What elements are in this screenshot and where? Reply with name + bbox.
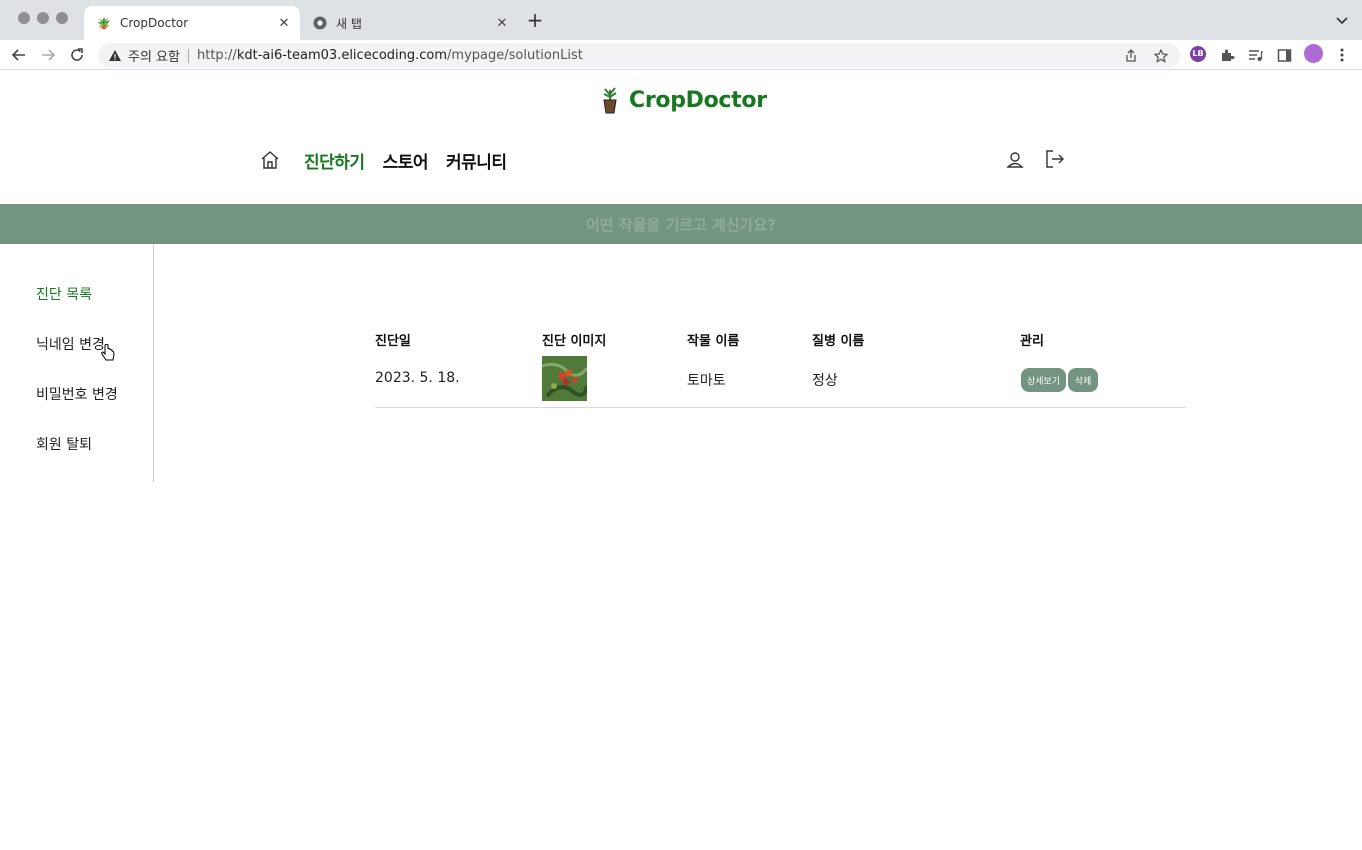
sidebar-item-change-password[interactable]: 비밀번호 변경 xyxy=(36,384,118,404)
profile-avatar[interactable] xyxy=(1304,44,1323,63)
tab-title: 새 탭 xyxy=(336,16,362,31)
omnibox-divider xyxy=(187,48,189,63)
table-header-row: 진단일 진단 이미지 작물 이름 질병 이름 관리 xyxy=(375,326,1186,350)
back-arrow-icon[interactable] xyxy=(9,45,29,65)
greeting-banner: 어떤 작물을 기르고 계신가요? xyxy=(0,204,1362,244)
user-icon[interactable] xyxy=(1005,150,1025,170)
security-label: 주의 요함 xyxy=(128,50,180,65)
diagnosis-table: 진단일 진단 이미지 작물 이름 질병 이름 관리 2023. 5. 18. 토… xyxy=(375,326,1186,408)
sidebar-item-withdraw[interactable]: 회원 탈퇴 xyxy=(36,434,92,454)
detail-button[interactable]: 상세보기 xyxy=(1021,368,1066,392)
url-host: kdt-ai6-team03.elicecoding.com xyxy=(236,48,448,63)
tab-cropdoctor[interactable]: 🪴 CropDoctor ✕ xyxy=(84,6,300,40)
puzzle-extensions-icon[interactable] xyxy=(1217,45,1237,65)
kebab-menu-icon[interactable] xyxy=(1332,45,1352,65)
hand-pointer-icon xyxy=(101,344,115,361)
extension-lb-icon[interactable]: LB xyxy=(1190,46,1206,62)
chevron-down-icon[interactable] xyxy=(1334,12,1350,28)
browser-tab-strip: 🪴 CropDoctor ✕ 새 탭 ✕ + xyxy=(0,0,1362,40)
url-text: http://kdt-ai6-team03.elicecoding.com/my… xyxy=(197,48,583,63)
row-date: 2023. 5. 18. xyxy=(375,370,460,386)
logout-icon[interactable] xyxy=(1044,149,1066,169)
potted-plant-icon xyxy=(603,87,617,114)
window-zoom-dot[interactable] xyxy=(56,12,68,24)
header-crop: 작물 이름 xyxy=(687,334,740,349)
header-disease: 질병 이름 xyxy=(812,334,865,349)
header-manage: 관리 xyxy=(1020,334,1044,349)
banner-text: 어떤 작물을 기르고 계신가요? xyxy=(586,215,776,234)
warning-icon xyxy=(109,49,121,61)
reload-icon[interactable] xyxy=(67,45,87,65)
chrome-favicon-icon xyxy=(312,15,328,31)
header-image: 진단 이미지 xyxy=(542,334,607,349)
browser-toolbar: 주의 요함 http://kdt-ai6-team03.elicecoding.… xyxy=(0,40,1362,70)
site-name: CropDoctor xyxy=(629,87,767,113)
url-path: /mypage/solutionList xyxy=(447,48,583,63)
site-logo[interactable]: CropDoctor xyxy=(599,85,767,115)
nav-item-diagnosis[interactable]: 진단하기 xyxy=(304,148,365,173)
table-row: 2023. 5. 18. 토마토 정상 상세보기 삭제 xyxy=(375,350,1186,408)
header-date: 진단일 xyxy=(375,334,411,349)
window-minimize-dot[interactable] xyxy=(37,12,49,24)
bookmark-star-icon[interactable] xyxy=(1154,48,1168,63)
mypage-sidebar: 진단 목록 닉네임 변경 비밀번호 변경 회원 탈퇴 xyxy=(0,244,154,482)
new-tab-button[interactable]: + xyxy=(526,10,544,30)
nav-item-store[interactable]: 스토어 xyxy=(383,148,429,173)
share-icon[interactable] xyxy=(1124,48,1138,63)
forward-arrow-icon[interactable] xyxy=(38,45,58,65)
sidebar-item-diagnosis-list[interactable]: 진단 목록 xyxy=(36,284,92,304)
plant-favicon-icon: 🪴 xyxy=(97,16,111,30)
media-queue-icon[interactable] xyxy=(1245,45,1265,65)
tab-title: CropDoctor xyxy=(120,16,189,30)
delete-button[interactable]: 삭제 xyxy=(1068,368,1098,392)
address-bar[interactable]: 주의 요함 http://kdt-ai6-team03.elicecoding.… xyxy=(98,43,1180,68)
url-prefix: http:// xyxy=(196,48,237,63)
tab-close-icon[interactable]: ✕ xyxy=(494,15,510,31)
home-icon[interactable] xyxy=(260,150,280,170)
row-disease: 정상 xyxy=(812,373,838,389)
tab-close-icon[interactable]: ✕ xyxy=(276,15,292,31)
sidebar-item-change-nickname[interactable]: 닉네임 변경 xyxy=(36,334,105,354)
nav-item-community[interactable]: 커뮤니티 xyxy=(446,148,507,173)
row-crop: 토마토 xyxy=(687,373,726,389)
side-panel-icon[interactable] xyxy=(1274,45,1294,65)
main-nav: 진단하기 스토어 커뮤니티 xyxy=(260,148,525,173)
window-close-dot[interactable] xyxy=(18,12,30,24)
tab-new-tab[interactable]: 새 탭 ✕ xyxy=(300,6,518,40)
tomato-plant-thumbnail xyxy=(542,356,587,401)
